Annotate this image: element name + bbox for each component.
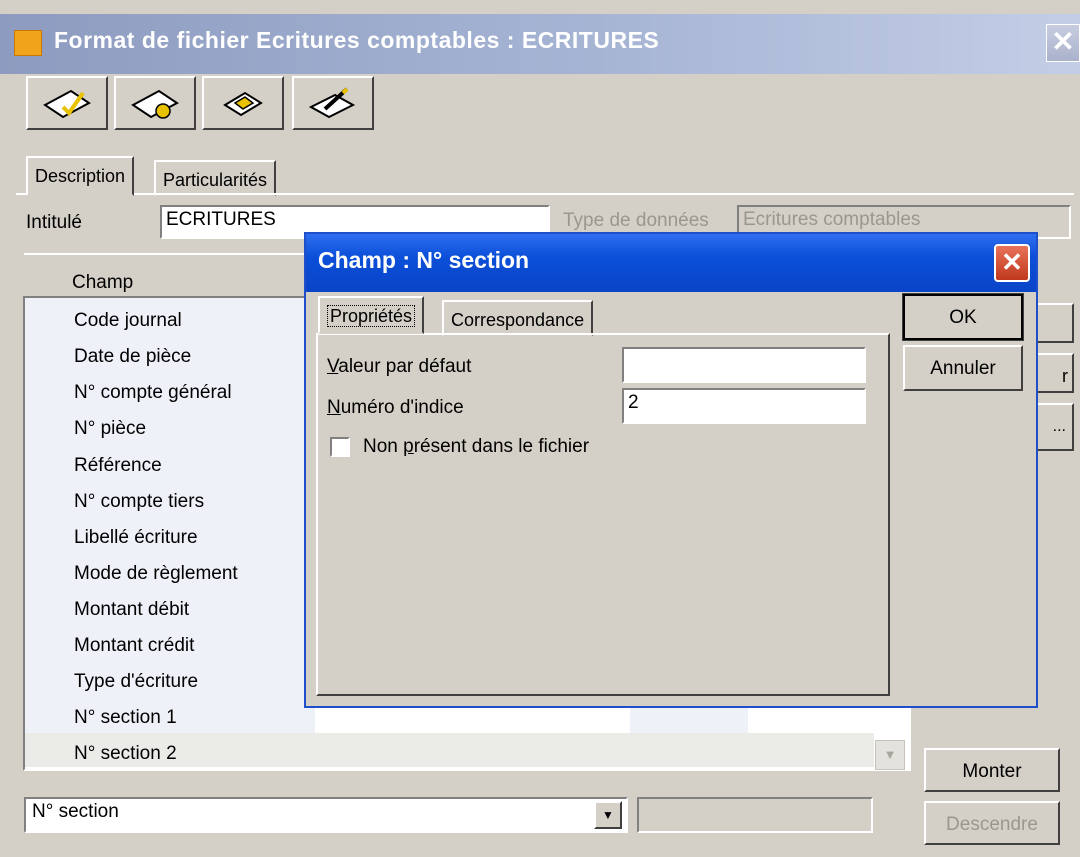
- list-item[interactable]: N° compte tiers: [74, 491, 204, 513]
- list-item[interactable]: Montant crédit: [74, 635, 194, 657]
- numero-indice-field[interactable]: 2: [622, 388, 866, 424]
- tab-description[interactable]: Description: [26, 156, 135, 196]
- import-icon: [131, 89, 179, 119]
- list-item[interactable]: Référence: [74, 455, 162, 477]
- export-icon: [223, 91, 263, 117]
- tab-particularites[interactable]: Particularités: [154, 160, 277, 196]
- non-present-label: Non présent dans le fichier: [363, 436, 589, 458]
- valeur-defaut-label: Valeur par défaut: [327, 356, 471, 378]
- non-present-accesskey: p: [403, 436, 414, 457]
- list-item[interactable]: N° pièce: [74, 418, 146, 440]
- list-scroll-down-arrow[interactable]: ▼: [875, 740, 905, 770]
- numero-indice-label-text: uméro d'indice: [340, 397, 464, 418]
- valeur-defaut-label-text: aleur par défaut: [338, 356, 472, 377]
- tab-proprietes[interactable]: Propriétés: [318, 296, 425, 334]
- import-button[interactable]: [114, 76, 196, 130]
- field-type-select[interactable]: N° section: [24, 797, 628, 833]
- list-header-champ: Champ: [72, 272, 134, 293]
- export-button[interactable]: [202, 76, 284, 130]
- dialog-close-button[interactable]: ✕: [994, 244, 1030, 282]
- validate-icon: [43, 89, 91, 119]
- field-aux-input: [637, 797, 873, 833]
- dialog-title: Champ : N° section: [318, 247, 530, 273]
- valeur-defaut-field[interactable]: [622, 347, 866, 383]
- list-item[interactable]: Libellé écriture: [74, 527, 198, 549]
- list-item[interactable]: N° section 1: [74, 707, 177, 729]
- window-close-button[interactable]: ✕: [1046, 24, 1080, 62]
- descendre-button[interactable]: Descendre: [924, 801, 1060, 845]
- edit-icon: [308, 87, 356, 119]
- non-present-label-a: Non: [363, 436, 404, 457]
- ok-button[interactable]: OK: [902, 293, 1024, 341]
- window-title: Format de fichier Ecritures comptables :…: [54, 27, 660, 53]
- tab-proprietes-label: Propriétés: [327, 305, 416, 327]
- tab-correspondance[interactable]: Correspondance: [442, 300, 594, 336]
- non-present-checkbox[interactable]: [330, 437, 350, 457]
- annuler-button[interactable]: Annuler: [903, 345, 1023, 391]
- list-item[interactable]: Montant débit: [74, 599, 189, 621]
- edit-button[interactable]: [292, 76, 374, 130]
- list-item[interactable]: N° section 2: [74, 743, 177, 765]
- type-donnees-label: Type de données: [563, 210, 709, 231]
- tab-panel-border: [16, 193, 1074, 195]
- validate-button[interactable]: [26, 76, 108, 130]
- list-item[interactable]: Mode de règlement: [74, 563, 238, 585]
- chevron-down-icon[interactable]: ▼: [594, 801, 622, 829]
- numero-indice-accesskey: N: [327, 397, 341, 418]
- list-item[interactable]: Date de pièce: [74, 346, 191, 368]
- list-item[interactable]: Code journal: [74, 310, 182, 332]
- non-present-label-b: résent dans le fichier: [413, 436, 590, 457]
- numero-indice-label: Numéro d'indice: [327, 397, 464, 419]
- list-item[interactable]: Type d'écriture: [74, 671, 198, 693]
- list-item[interactable]: N° compte général: [74, 382, 232, 404]
- valeur-defaut-accesskey: V: [327, 356, 339, 377]
- monter-button[interactable]: Monter: [924, 748, 1060, 792]
- intitule-label: Intitulé: [26, 212, 82, 233]
- app-icon: [14, 30, 42, 56]
